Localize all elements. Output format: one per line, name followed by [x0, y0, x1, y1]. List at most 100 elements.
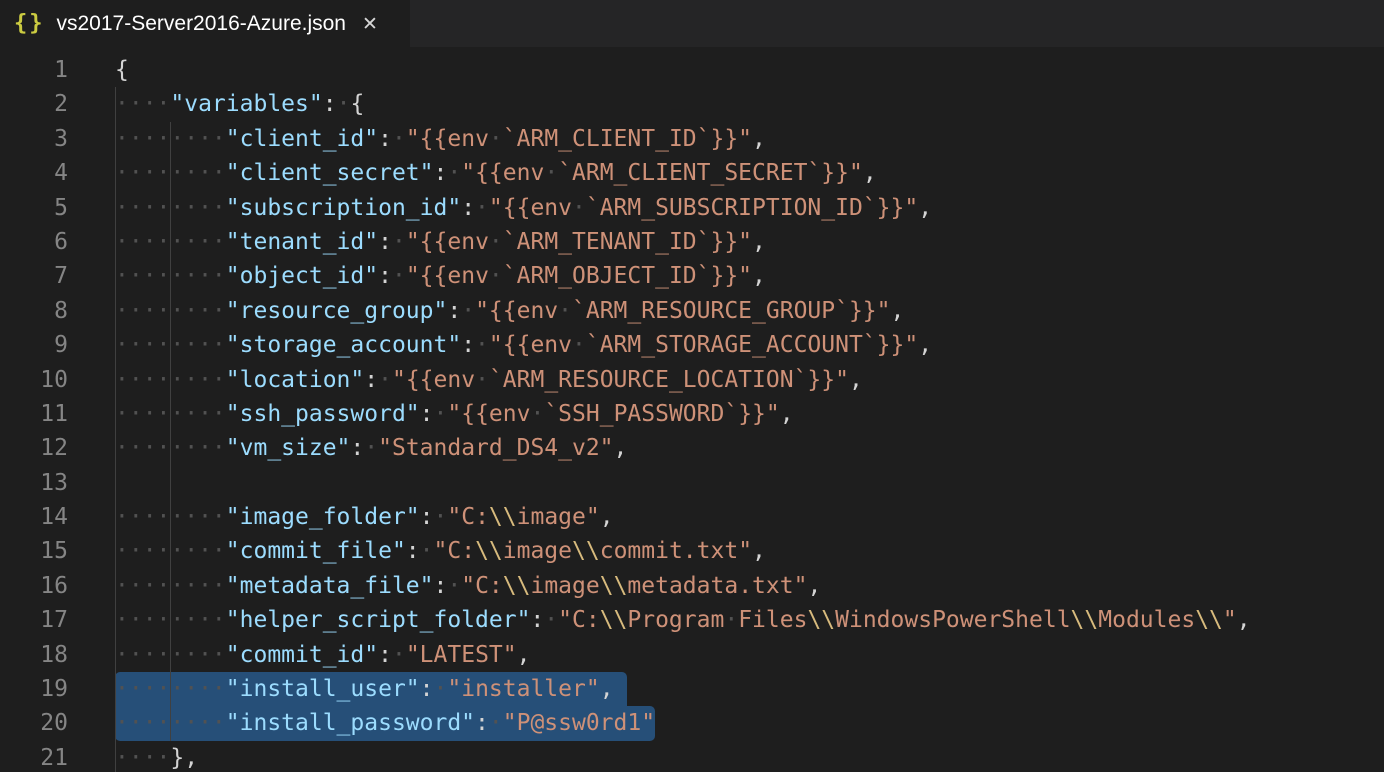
line-content[interactable]: [115, 466, 1384, 500]
token-p: :: [420, 676, 434, 702]
line-number[interactable]: 18: [0, 638, 115, 672]
line-content[interactable]: ········"commit_id":·"LATEST",: [115, 638, 1384, 672]
token-k: "location": [226, 367, 364, 393]
line-content[interactable]: {: [115, 53, 1384, 87]
line-number[interactable]: 5: [0, 191, 115, 225]
line-number[interactable]: 16: [0, 569, 115, 603]
token-p: :: [378, 263, 392, 289]
line-content[interactable]: ····"variables":·{: [115, 87, 1384, 121]
whitespace-dots: ········: [115, 332, 226, 358]
line-number[interactable]: 13: [0, 466, 115, 500]
line-content[interactable]: ········"helper_script_folder":·"C:\\Pro…: [115, 603, 1384, 637]
indent-guide: [170, 466, 171, 500]
code-line[interactable]: 13: [0, 466, 1384, 500]
code-line[interactable]: 4········"client_secret":·"{{env·`ARM_CL…: [0, 156, 1384, 190]
code-line[interactable]: 5········"subscription_id":·"{{env·`ARM_…: [0, 191, 1384, 225]
line-number[interactable]: 15: [0, 534, 115, 568]
whitespace-dots: ·: [364, 435, 378, 461]
code-line[interactable]: 9········"storage_account":·"{{env·`ARM_…: [0, 328, 1384, 362]
code-line[interactable]: 10········"location":·"{{env·`ARM_RESOUR…: [0, 363, 1384, 397]
code-line[interactable]: 6········"tenant_id":·"{{env·`ARM_TENANT…: [0, 225, 1384, 259]
code-line[interactable]: 16········"metadata_file":·"C:\\image\\m…: [0, 569, 1384, 603]
line-number[interactable]: 7: [0, 259, 115, 293]
code-line[interactable]: 2····"variables":·{: [0, 87, 1384, 121]
token-s: Program: [627, 607, 724, 633]
code-line[interactable]: 7········"object_id":·"{{env·`ARM_OBJECT…: [0, 259, 1384, 293]
line-content[interactable]: ····},: [115, 741, 1384, 772]
token-k: "object_id": [226, 263, 378, 289]
whitespace-dots: ·: [475, 367, 489, 393]
line-number[interactable]: 19: [0, 672, 115, 706]
line-content[interactable]: ········"subscription_id":·"{{env·`ARM_S…: [115, 191, 1384, 225]
tab-vs2017-server2016-azure-json[interactable]: {} vs2017-Server2016-Azure.json ✕: [0, 0, 410, 47]
line-number[interactable]: 6: [0, 225, 115, 259]
line-number[interactable]: 11: [0, 397, 115, 431]
token-p: :: [323, 91, 337, 117]
token-k: "image_folder": [226, 504, 420, 530]
token-s: metadata.txt": [627, 573, 807, 599]
token-p: :: [378, 642, 392, 668]
line-number[interactable]: 10: [0, 363, 115, 397]
line-content[interactable]: ········"image_folder":·"C:\\image",: [115, 500, 1384, 534]
code-line[interactable]: 12········"vm_size":·"Standard_DS4_v2",: [0, 431, 1384, 465]
code-line[interactable]: 21····},: [0, 741, 1384, 772]
token-k: "commit_id": [226, 642, 378, 668]
line-content[interactable]: ········"location":·"{{env·`ARM_RESOURCE…: [115, 363, 1384, 397]
line-number[interactable]: 20: [0, 706, 115, 740]
line-number[interactable]: 12: [0, 431, 115, 465]
code-line[interactable]: 3········"client_id":·"{{env·`ARM_CLIENT…: [0, 122, 1384, 156]
token-s: Modules: [1098, 607, 1195, 633]
editor[interactable]: 1{2····"variables":·{3········"client_id…: [0, 47, 1384, 772]
line-number[interactable]: 1: [0, 53, 115, 87]
token-k: "metadata_file": [226, 573, 434, 599]
line-number[interactable]: 14: [0, 500, 115, 534]
line-content[interactable]: ········"commit_file":·"C:\\image\\commi…: [115, 534, 1384, 568]
line-number[interactable]: 17: [0, 603, 115, 637]
line-content[interactable]: ········"metadata_file":·"C:\\image\\met…: [115, 569, 1384, 603]
token-p: :: [475, 710, 489, 736]
whitespace-dots: ········: [115, 195, 226, 221]
token-s: "installer": [447, 676, 599, 702]
line-number[interactable]: 9: [0, 328, 115, 362]
line-number[interactable]: 4: [0, 156, 115, 190]
whitespace-dots: ····: [115, 91, 170, 117]
line-content[interactable]: ········"tenant_id":·"{{env·`ARM_TENANT_…: [115, 225, 1384, 259]
token-s: `ARM_RESOURCE_GROUP`}}": [572, 298, 891, 324]
line-content[interactable]: ········"install_password":·"P@ssw0rd1": [115, 706, 1384, 740]
code-line[interactable]: 14········"image_folder":·"C:\\image",: [0, 500, 1384, 534]
line-content[interactable]: ········"object_id":·"{{env·`ARM_OBJECT_…: [115, 259, 1384, 293]
code-area[interactable]: 1{2····"variables":·{3········"client_id…: [0, 53, 1384, 772]
code-line[interactable]: 17········"helper_script_folder":·"C:\\P…: [0, 603, 1384, 637]
code-line[interactable]: 8········"resource_group":·"{{env·`ARM_R…: [0, 294, 1384, 328]
line-content[interactable]: ········"ssh_password":·"{{env·`SSH_PASS…: [115, 397, 1384, 431]
token-e: \\: [1071, 607, 1099, 633]
code-line[interactable]: 15········"commit_file":·"C:\\image\\com…: [0, 534, 1384, 568]
line-number[interactable]: 2: [0, 87, 115, 121]
code-line[interactable]: 20········"install_password":·"P@ssw0rd1…: [0, 706, 1384, 740]
line-content[interactable]: ········"install_user":·"installer",: [115, 672, 1384, 706]
line-content[interactable]: ········"client_id":·"{{env·`ARM_CLIENT_…: [115, 122, 1384, 156]
token-p: ,: [849, 367, 863, 393]
whitespace-dots: ·: [434, 504, 448, 530]
token-e: \\: [600, 607, 628, 633]
line-content[interactable]: ········"client_secret":·"{{env·`ARM_CLI…: [115, 156, 1384, 190]
token-e: \\: [489, 504, 517, 530]
code-line[interactable]: 18········"commit_id":·"LATEST",: [0, 638, 1384, 672]
token-k: "resource_group": [226, 298, 448, 324]
line-content[interactable]: ········"resource_group":·"{{env·`ARM_RE…: [115, 294, 1384, 328]
line-number[interactable]: 8: [0, 294, 115, 328]
close-icon[interactable]: ✕: [362, 13, 378, 35]
line-content[interactable]: ········"vm_size":·"Standard_DS4_v2",: [115, 431, 1384, 465]
token-k: "helper_script_folder": [226, 607, 531, 633]
whitespace-dots: ········: [115, 676, 226, 702]
token-k: "ssh_password": [226, 401, 420, 427]
token-p: :: [364, 367, 378, 393]
line-number[interactable]: 21: [0, 741, 115, 772]
line-number[interactable]: 3: [0, 122, 115, 156]
line-content[interactable]: ········"storage_account":·"{{env·`ARM_S…: [115, 328, 1384, 362]
whitespace-dots: ·: [461, 298, 475, 324]
code-line[interactable]: 1{: [0, 53, 1384, 87]
token-s: Files: [738, 607, 807, 633]
code-line[interactable]: 19········"install_user":·"installer",: [0, 672, 1384, 706]
code-line[interactable]: 11········"ssh_password":·"{{env·`SSH_PA…: [0, 397, 1384, 431]
